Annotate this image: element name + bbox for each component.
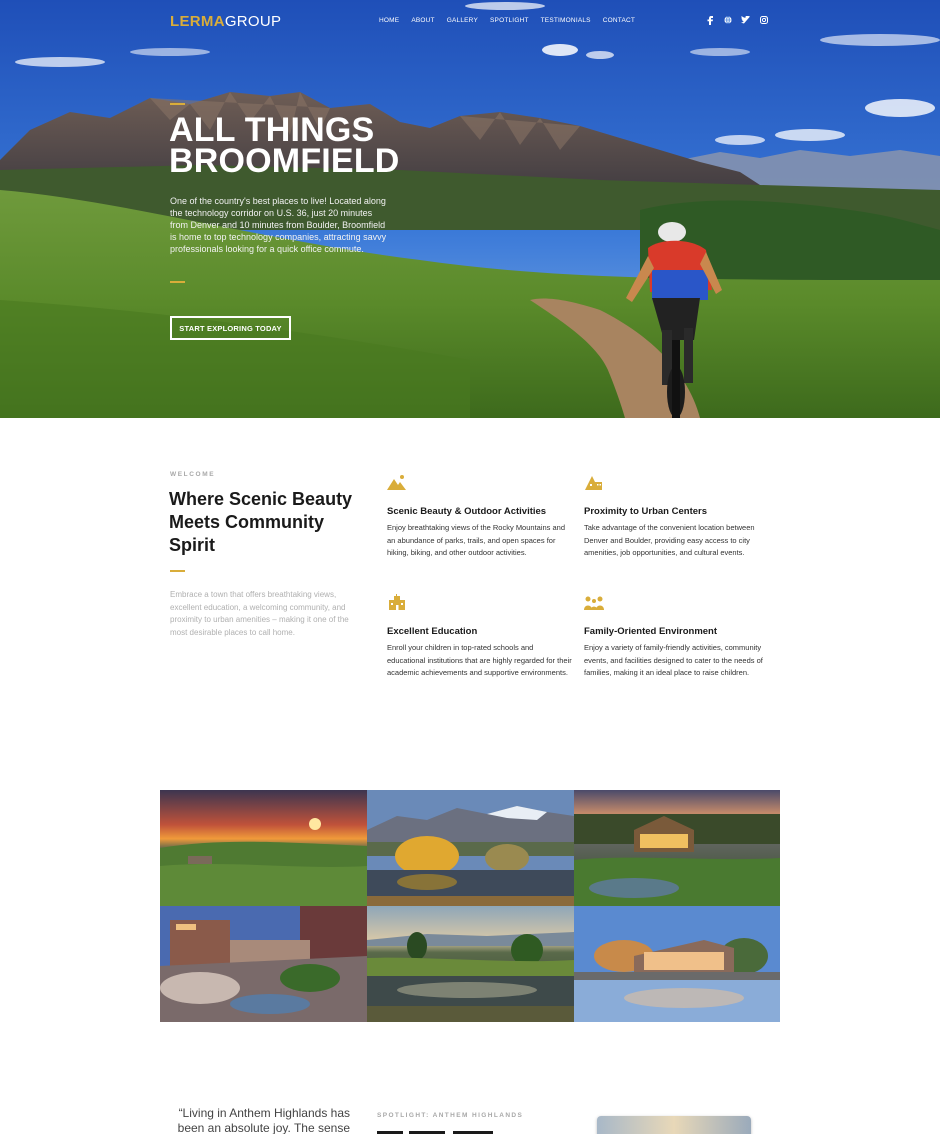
school-icon <box>389 594 405 610</box>
site-logo[interactable]: LERMAGROUP <box>170 13 281 30</box>
feature-title: Family-Oriented Environment <box>584 626 718 637</box>
welcome-title: Where Scenic Beauty Meets Community Spir… <box>169 489 353 555</box>
city-icon <box>585 476 602 490</box>
gallery-image-autumn-lake[interactable] <box>367 790 574 906</box>
hero-background-image <box>0 0 940 418</box>
family-icon <box>584 596 604 610</box>
photo-gallery <box>160 790 780 1022</box>
hero-accent-line <box>170 103 185 105</box>
social-links <box>705 15 768 25</box>
hero-accent-line-2 <box>170 281 185 283</box>
welcome-description: Embrace a town that offers breathtaking … <box>170 590 349 637</box>
nav-item-contact[interactable]: CONTACT <box>603 17 635 24</box>
feature-text: Enroll your children in top-rated school… <box>387 643 572 677</box>
globe-icon[interactable] <box>723 15 732 25</box>
main-nav: HOME ABOUT GALLERY SPOTLIGHT TESTIMONIAL… <box>379 17 647 24</box>
gallery-image-sunset-golf[interactable] <box>160 790 367 906</box>
spotlight-title-cropped <box>377 1131 493 1134</box>
nav-item-about[interactable]: ABOUT <box>411 17 434 24</box>
quote-line-1: “Living in Anthem Highlands has <box>178 1106 350 1120</box>
feature-text: Enjoy breathtaking views of the Rocky Mo… <box>387 523 566 557</box>
top-navigation-bar: LERMAGROUP HOME ABOUT GALLERY SPOTLIGHT … <box>0 0 940 42</box>
hero-description: One of the country's best places to live… <box>170 196 387 254</box>
feature-text: Take advantage of the convenient locatio… <box>584 523 755 557</box>
testimonial-quote: “Living in Anthem Highlands has been an … <box>170 1106 350 1134</box>
instagram-icon[interactable] <box>759 15 768 25</box>
nav-item-home[interactable]: HOME <box>379 17 399 24</box>
nav-item-gallery[interactable]: GALLERY <box>447 17 478 24</box>
start-exploring-button[interactable]: START EXPLORING TODAY <box>170 316 291 340</box>
facebook-icon[interactable] <box>705 15 714 25</box>
welcome-kicker: WELCOME <box>170 471 216 478</box>
logo-primary: LERMA <box>170 13 225 30</box>
twitter-icon[interactable] <box>741 15 750 25</box>
welcome-accent-line <box>170 570 185 572</box>
feature-education: Excellent Education Enroll your children… <box>387 594 572 680</box>
nav-item-testimonials[interactable]: TESTIMONIALS <box>541 17 591 24</box>
gallery-image-lake-house[interactable] <box>574 906 780 1022</box>
mountain-icon <box>387 475 406 490</box>
feature-title: Proximity to Urban Centers <box>584 506 707 517</box>
feature-scenic-beauty: Scenic Beauty & Outdoor Activities Enjoy… <box>387 474 572 560</box>
quote-line-2: been an absolute joy. The sense of <box>177 1121 350 1134</box>
gallery-image-shopping-plaza[interactable] <box>160 906 367 1022</box>
hero-title-line2: BROOMFIELD <box>169 142 400 180</box>
spotlight-image-card[interactable] <box>597 1116 751 1134</box>
spotlight-kicker: SPOTLIGHT: ANTHEM HIGHLANDS <box>377 1112 524 1119</box>
feature-family: Family-Oriented Environment Enjoy a vari… <box>584 594 769 680</box>
nav-item-spotlight[interactable]: SPOTLIGHT <box>490 17 529 24</box>
feature-title: Excellent Education <box>387 626 478 637</box>
feature-text: Enjoy a variety of family-friendly activ… <box>584 643 763 677</box>
hero-section: LERMAGROUP HOME ABOUT GALLERY SPOTLIGHT … <box>0 0 940 418</box>
gallery-image-luxury-home[interactable] <box>574 790 780 906</box>
feature-urban-centers: Proximity to Urban Centers Take advantag… <box>584 474 769 560</box>
feature-title: Scenic Beauty & Outdoor Activities <box>387 506 547 517</box>
gallery-image-park-pond[interactable] <box>367 906 574 1022</box>
hero-title: ALL THINGS BROOMFIELD <box>169 113 429 180</box>
logo-secondary: GROUP <box>224 13 282 30</box>
